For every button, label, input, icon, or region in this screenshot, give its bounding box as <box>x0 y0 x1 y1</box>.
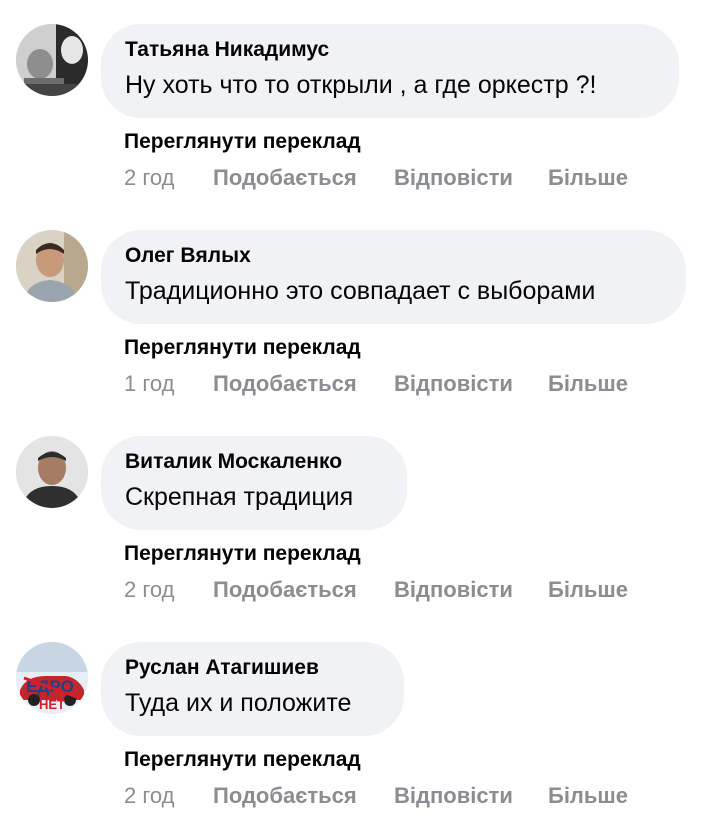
reply-button[interactable]: Відповісти <box>394 577 513 603</box>
more-button[interactable]: Більше <box>548 783 628 809</box>
comment-author[interactable]: Руслан Атагишиев <box>125 656 319 680</box>
more-button[interactable]: Більше <box>548 577 628 603</box>
comment-text: Традиционно это совпадает с выборами <box>125 277 596 305</box>
comment-bubble: Олег Вялых Традиционно это совпадает с в… <box>101 230 686 324</box>
comment-text: Туда их и положите <box>125 689 352 717</box>
comment-bubble: Татьяна Никадимус Ну хоть что то открыли… <box>101 24 679 118</box>
like-button[interactable]: Подобається <box>213 165 357 191</box>
comment-timestamp[interactable]: 1 год <box>124 371 174 397</box>
more-button[interactable]: Більше <box>548 165 628 191</box>
comment-timestamp[interactable]: 2 год <box>124 165 174 191</box>
more-button[interactable]: Більше <box>548 371 628 397</box>
translate-link[interactable]: Переглянути переклад <box>124 542 361 566</box>
comment-text: Скрепная традиция <box>125 483 354 511</box>
like-button[interactable]: Подобається <box>213 371 357 397</box>
comment-bubble: Виталик Москаленко Скрепная традиция <box>101 436 407 530</box>
avatar[interactable] <box>16 24 88 96</box>
comment-author[interactable]: Виталик Москаленко <box>125 450 342 474</box>
like-button[interactable]: Подобається <box>213 577 357 603</box>
svg-text:НЕТ: НЕТ <box>39 697 65 712</box>
avatar[interactable]: ЕДРО НЕТ <box>16 642 88 714</box>
comment-author[interactable]: Татьяна Никадимус <box>125 38 329 62</box>
reply-button[interactable]: Відповісти <box>394 371 513 397</box>
translate-link[interactable]: Переглянути переклад <box>124 130 361 154</box>
avatar[interactable] <box>16 436 88 508</box>
comment-timestamp[interactable]: 2 год <box>124 783 174 809</box>
like-button[interactable]: Подобається <box>213 783 357 809</box>
comment-bubble: Руслан Атагишиев Туда их и положите <box>101 642 404 736</box>
comment-timestamp[interactable]: 2 год <box>124 577 174 603</box>
translate-link[interactable]: Переглянути переклад <box>124 748 361 772</box>
translate-link[interactable]: Переглянути переклад <box>124 336 361 360</box>
reply-button[interactable]: Відповісти <box>394 165 513 191</box>
reply-button[interactable]: Відповісти <box>394 783 513 809</box>
avatar[interactable] <box>16 230 88 302</box>
comment-text: Ну хоть что то открыли , а где оркестр ?… <box>125 71 597 99</box>
comment-author[interactable]: Олег Вялых <box>125 244 251 268</box>
